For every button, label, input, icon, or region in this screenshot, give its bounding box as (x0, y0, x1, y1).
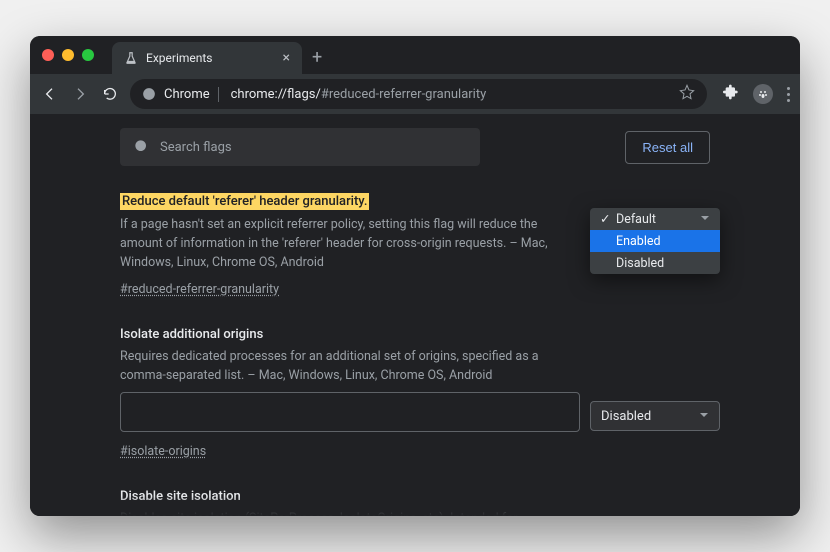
flag-item: Reduce default 'referer' header granular… (120, 190, 710, 297)
url-host: chrome://flags/ (231, 87, 321, 102)
reset-all-button[interactable]: Reset all (625, 131, 710, 164)
url-scheme: Chrome (164, 87, 219, 102)
arrow-left-icon (42, 86, 58, 102)
search-icon (134, 139, 150, 155)
maximize-window-button[interactable] (82, 49, 94, 61)
close-window-button[interactable] (42, 49, 54, 61)
browser-toolbar: Chrome chrome://flags/#reduced-referrer-… (30, 74, 800, 114)
browser-tab[interactable]: Experiments × (112, 42, 302, 74)
select-option-default[interactable]: ✓ Default (590, 208, 720, 230)
chrome-scheme-icon (142, 87, 156, 101)
flask-icon (124, 51, 138, 65)
flag-hash-link[interactable]: #isolate-origins (120, 444, 206, 459)
flag-title: Reduce default 'referer' header granular… (120, 193, 369, 210)
flag-item: Isolate additional origins Requires dedi… (120, 323, 710, 459)
new-tab-button[interactable]: + (312, 47, 322, 68)
bookmark-star-icon[interactable] (679, 84, 695, 104)
select-option-enabled[interactable]: Enabled (590, 230, 720, 252)
address-bar[interactable]: Chrome chrome://flags/#reduced-referrer-… (130, 79, 707, 109)
search-row: Search flags Reset all (120, 128, 710, 166)
flag-description: Requires dedicated processes for an addi… (120, 348, 580, 386)
toolbar-actions (723, 84, 790, 104)
flag-hash-link[interactable]: #reduced-referrer-granularity (120, 282, 279, 297)
page-content: Search flags Reset all Reduce default 'r… (30, 114, 800, 516)
close-tab-icon[interactable]: × (283, 50, 290, 66)
tab-title: Experiments (146, 51, 213, 65)
flag-title: Isolate additional origins (120, 327, 263, 342)
reload-icon (102, 86, 118, 102)
search-input[interactable]: Search flags (120, 128, 480, 166)
flag-text-input[interactable] (120, 392, 580, 432)
browser-window: Experiments × + Chrome chrome://flags/#r… (30, 36, 800, 516)
flag-select[interactable]: Disabled (590, 401, 720, 431)
select-option-disabled[interactable]: Disabled (590, 252, 720, 274)
kebab-menu-icon[interactable] (787, 87, 790, 102)
profile-avatar[interactable] (753, 84, 773, 104)
search-placeholder: Search flags (160, 140, 232, 155)
url-fragment: #reduced-referrer-granularity (321, 87, 486, 102)
minimize-window-button[interactable] (62, 49, 74, 61)
chevron-down-icon (700, 212, 710, 227)
titlebar: Experiments × + (30, 36, 800, 74)
paw-icon (757, 88, 769, 100)
extensions-icon[interactable] (723, 84, 739, 104)
window-controls (42, 49, 94, 61)
chevron-down-icon (699, 409, 709, 424)
flag-select-open[interactable]: ✓ Default Enabled Disabled (590, 208, 720, 274)
forward-button[interactable] (70, 84, 90, 104)
arrow-right-icon (72, 86, 88, 102)
back-button[interactable] (40, 84, 60, 104)
content-fade (30, 496, 800, 516)
flag-description: If a page hasn't set an explicit referre… (120, 216, 580, 272)
reload-button[interactable] (100, 84, 120, 104)
check-icon: ✓ (600, 211, 610, 227)
